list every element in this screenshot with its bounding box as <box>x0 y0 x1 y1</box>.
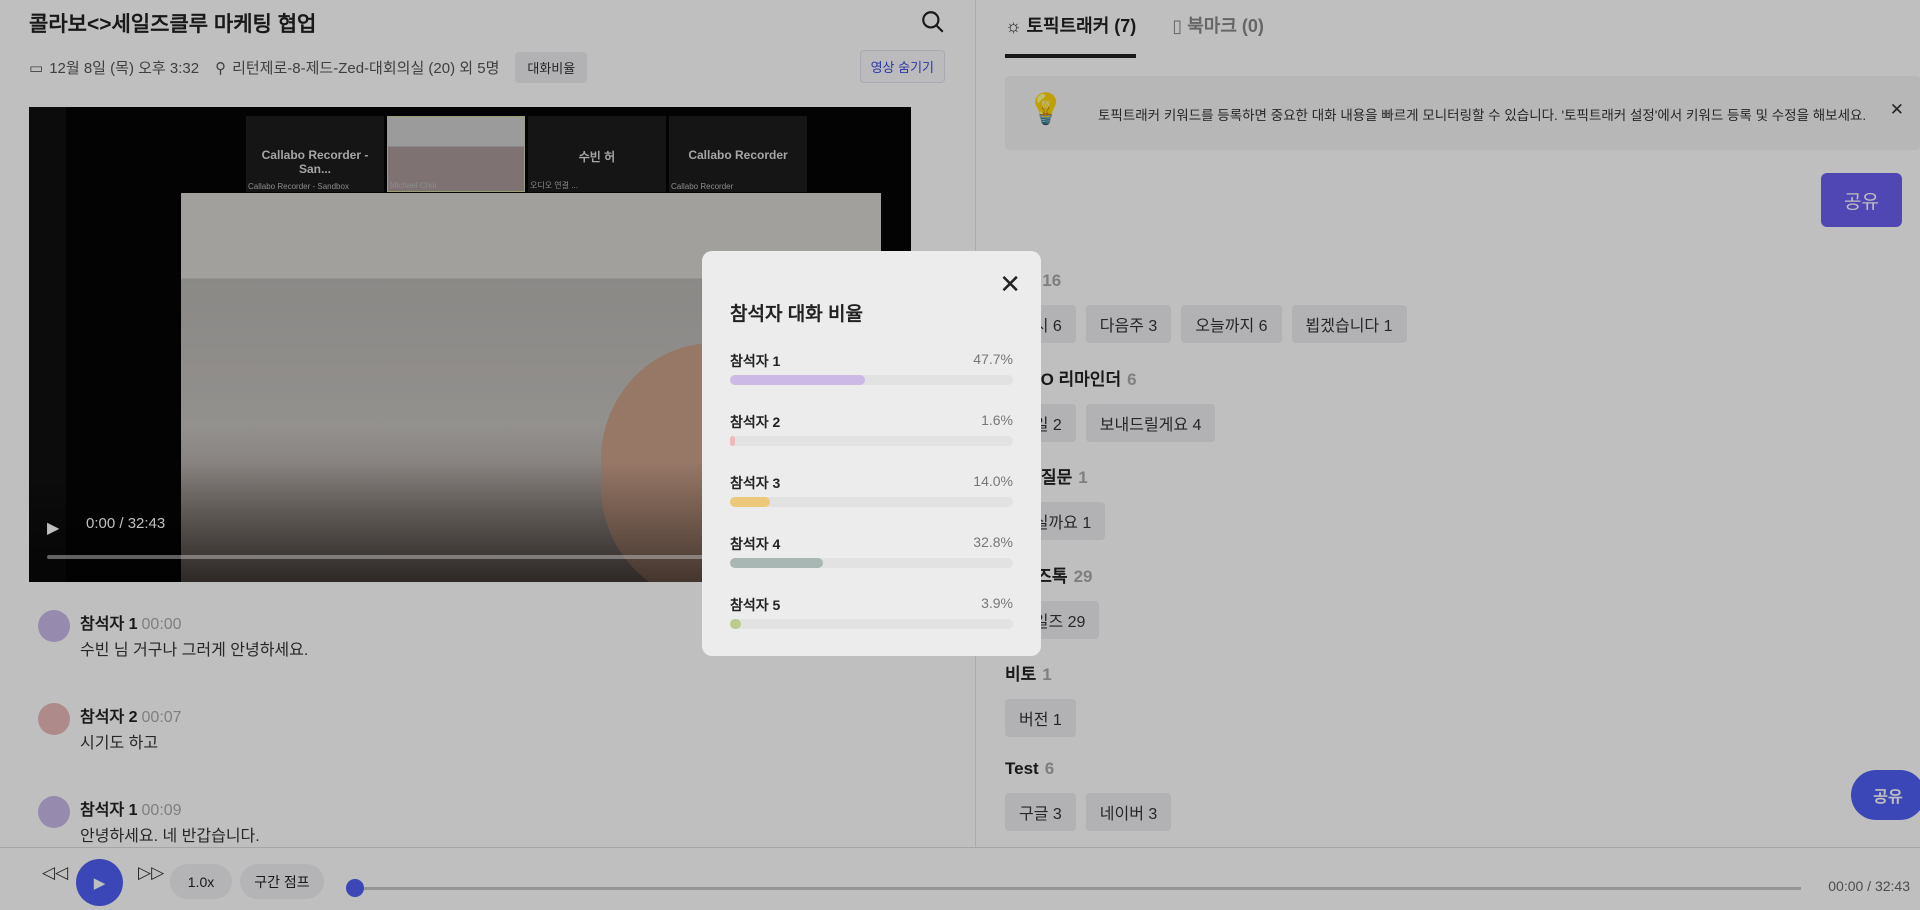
ratio-row: 참석자 1 47.7% <box>730 351 1013 385</box>
participant-label: 참석자 5 <box>730 597 781 613</box>
participant-label: 참석자 1 <box>730 353 781 369</box>
ratio-bar-fill <box>730 619 742 629</box>
ratio-value: 14.0% <box>973 473 1013 489</box>
ratio-value: 1.6% <box>981 412 1013 428</box>
ratio-value: 32.8% <box>973 534 1013 550</box>
ratio-bar-fill <box>730 436 735 446</box>
ratio-bar-fill <box>730 558 823 568</box>
close-icon[interactable]: ✕ <box>999 269 1021 300</box>
ratio-bar <box>730 619 1013 629</box>
ratio-bar-fill <box>730 497 770 507</box>
ratio-bar <box>730 497 1013 507</box>
ratio-bar <box>730 558 1013 568</box>
ratio-row: 참석자 3 14.0% <box>730 473 1013 507</box>
ratio-bar-fill <box>730 375 865 385</box>
ratio-bar <box>730 375 1013 385</box>
modal-title: 참석자 대화 비율 <box>730 304 863 325</box>
participant-label: 참석자 3 <box>730 475 781 491</box>
ratio-value: 47.7% <box>973 351 1013 367</box>
ratio-row: 참석자 2 1.6% <box>730 412 1013 446</box>
ratio-bar <box>730 436 1013 446</box>
ratio-row: 참석자 4 32.8% <box>730 534 1013 568</box>
ratio-value: 3.9% <box>981 595 1013 611</box>
talk-ratio-modal: ✕ 참석자 대화 비율 참석자 1 47.7% 참석자 2 1.6% 참석자 3 14.0… <box>702 251 1041 656</box>
participant-label: 참석자 4 <box>730 536 781 552</box>
participant-label: 참석자 2 <box>730 414 781 430</box>
ratio-row: 참석자 5 3.9% <box>730 595 1013 629</box>
